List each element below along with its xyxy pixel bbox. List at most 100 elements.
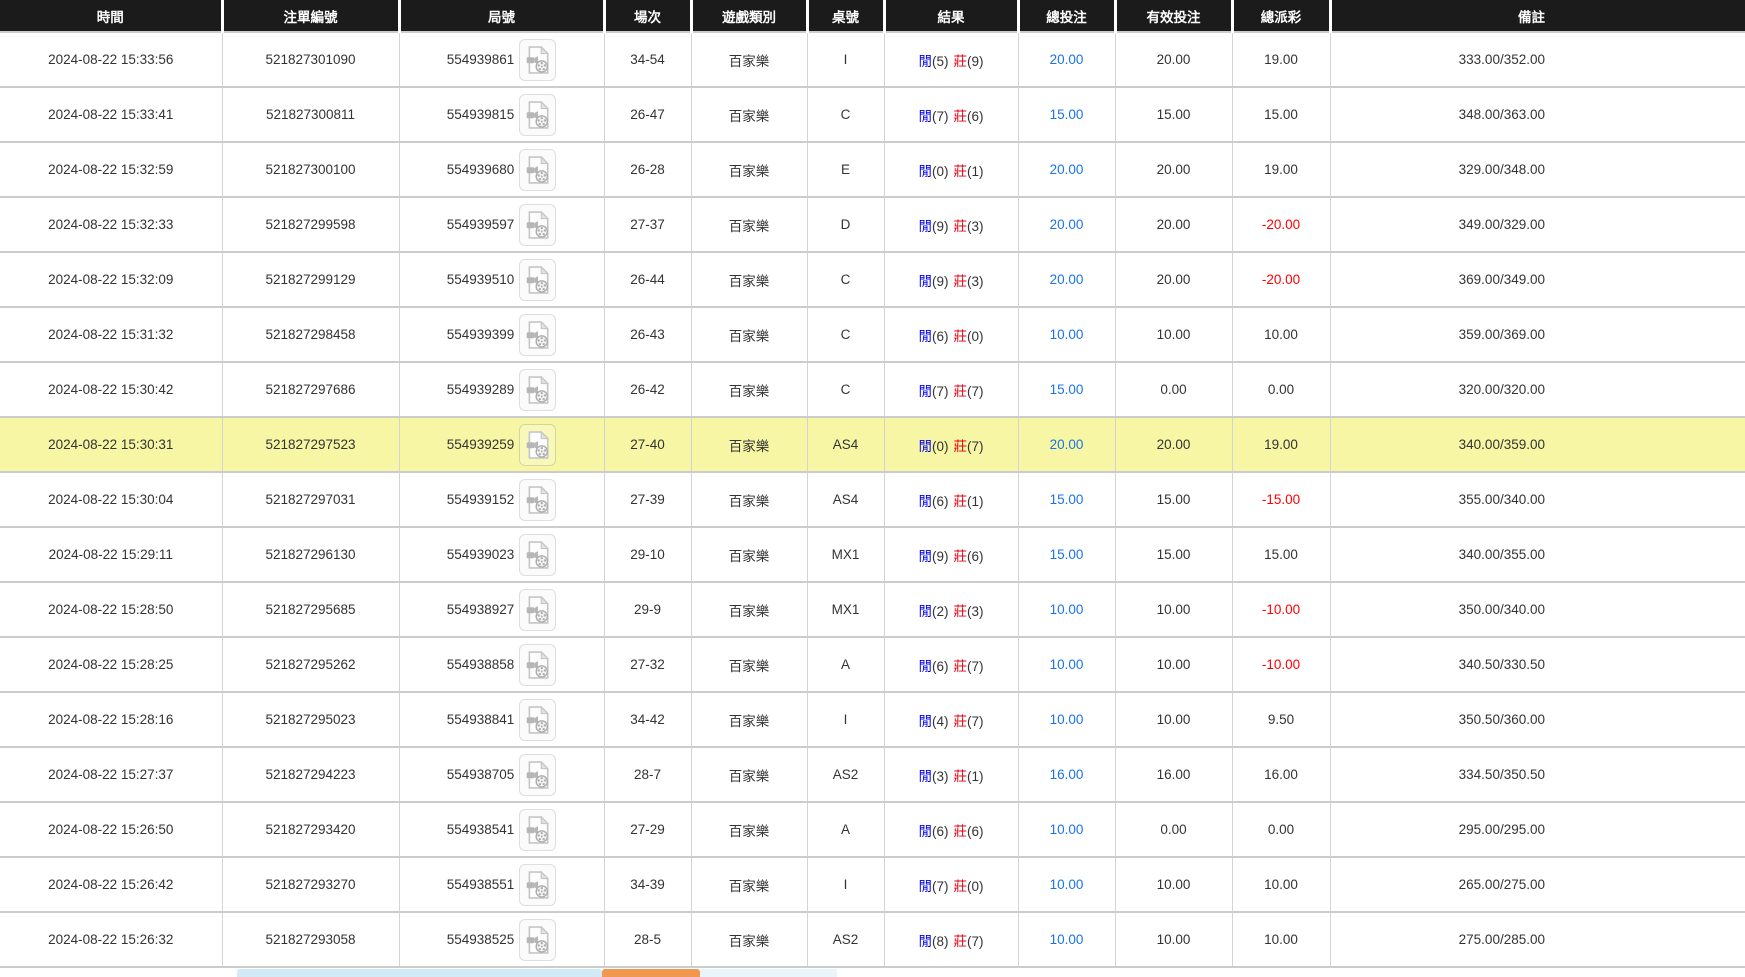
- cell-result: 閒(7)莊(0): [884, 857, 1018, 912]
- round-number: 554939597: [447, 217, 515, 232]
- cell-table-no: C: [807, 362, 884, 417]
- player-result-label: 閒: [919, 164, 933, 179]
- video-replay-button[interactable]: [519, 314, 556, 356]
- cell-time: 2024-08-22 15:29:11: [0, 527, 222, 582]
- cell-result: 閒(8)莊(7): [884, 912, 1018, 967]
- cell-bet-id: 521827300811: [222, 87, 399, 142]
- table-row[interactable]: 2024-08-22 15:33:41 521827300811 5549398…: [0, 87, 1745, 142]
- table-row[interactable]: 2024-08-22 15:32:59 521827300100 5549396…: [0, 142, 1745, 197]
- player-result-label: 閒: [919, 384, 933, 399]
- cell-valid-bet: 20.00: [1115, 417, 1232, 472]
- cell-bet-id: 521827296130: [222, 527, 399, 582]
- cell-table-no: AS4: [807, 472, 884, 527]
- table-row[interactable]: 2024-08-22 15:31:32 521827298458 5549393…: [0, 307, 1745, 362]
- cell-result: 閒(9)莊(3): [884, 197, 1018, 252]
- table-row[interactable]: 2024-08-22 15:32:09 521827299129 5549395…: [0, 252, 1745, 307]
- player-result-label: 閒: [919, 714, 933, 729]
- table-row[interactable]: 2024-08-22 15:28:16 521827295023 5549388…: [0, 692, 1745, 747]
- table-row[interactable]: 2024-08-22 15:26:50 521827293420 5549385…: [0, 802, 1745, 857]
- player-result-label: 閒: [919, 879, 933, 894]
- cell-game-type: 百家樂: [691, 307, 807, 362]
- cell-total-payout: 15.00: [1232, 87, 1330, 142]
- video-file-icon: [526, 101, 550, 129]
- video-replay-button[interactable]: [519, 149, 556, 191]
- banker-result-label: 莊: [954, 934, 968, 949]
- round-number: 554939399: [447, 327, 515, 342]
- video-replay-button[interactable]: [519, 534, 556, 576]
- cell-round-no: 554938841: [399, 692, 604, 747]
- cell-valid-bet: 20.00: [1115, 142, 1232, 197]
- cell-table-no: I: [807, 857, 884, 912]
- video-replay-button[interactable]: [519, 39, 556, 81]
- cell-valid-bet: 10.00: [1115, 692, 1232, 747]
- cell-remark: 355.00/340.00: [1330, 472, 1745, 527]
- video-replay-button[interactable]: [519, 809, 556, 851]
- pagination-segment-orange[interactable]: [602, 969, 700, 977]
- cell-bet-id: 521827297031: [222, 472, 399, 527]
- video-replay-button[interactable]: [519, 644, 556, 686]
- cell-table-no: D: [807, 197, 884, 252]
- cell-round-no: 554939680: [399, 142, 604, 197]
- table-row[interactable]: 2024-08-22 15:26:32 521827293058 5549385…: [0, 912, 1745, 967]
- cell-session: 29-10: [604, 527, 691, 582]
- cell-game-type: 百家樂: [691, 747, 807, 802]
- video-replay-button[interactable]: [519, 204, 556, 246]
- table-row[interactable]: 2024-08-22 15:30:31 521827297523 5549392…: [0, 417, 1745, 472]
- pagination-segment-blue[interactable]: [237, 969, 602, 977]
- banker-result-label: 莊: [954, 879, 968, 894]
- table-row[interactable]: 2024-08-22 15:28:50 521827295685 5549389…: [0, 582, 1745, 637]
- table-row[interactable]: 2024-08-22 15:33:56 521827301090 5549398…: [0, 32, 1745, 87]
- video-replay-button[interactable]: [519, 864, 556, 906]
- cell-round-no: 554938525: [399, 912, 604, 967]
- cell-round-no: 554939399: [399, 307, 604, 362]
- video-replay-button[interactable]: [519, 259, 556, 301]
- cell-result: 閒(6)莊(0): [884, 307, 1018, 362]
- cell-round-no: 554939815: [399, 87, 604, 142]
- table-row[interactable]: 2024-08-22 15:30:42 521827297686 5549392…: [0, 362, 1745, 417]
- table-row[interactable]: 2024-08-22 15:29:11 521827296130 5549390…: [0, 527, 1745, 582]
- cell-total-bet: 10.00: [1018, 692, 1115, 747]
- table-row[interactable]: 2024-08-22 15:32:33 521827299598 5549395…: [0, 197, 1745, 252]
- cell-table-no: A: [807, 637, 884, 692]
- cell-time: 2024-08-22 15:32:33: [0, 197, 222, 252]
- video-replay-button[interactable]: [519, 369, 556, 411]
- cell-result: 閒(9)莊(6): [884, 527, 1018, 582]
- cell-remark: 350.50/360.00: [1330, 692, 1745, 747]
- cell-table-no: I: [807, 692, 884, 747]
- video-replay-button[interactable]: [519, 919, 556, 961]
- cell-total-payout: 9.50: [1232, 692, 1330, 747]
- video-replay-button[interactable]: [519, 479, 556, 521]
- cell-valid-bet: 15.00: [1115, 87, 1232, 142]
- table-row[interactable]: 2024-08-22 15:30:04 521827297031 5549391…: [0, 472, 1745, 527]
- cell-game-type: 百家樂: [691, 87, 807, 142]
- cell-game-type: 百家樂: [691, 637, 807, 692]
- video-file-icon: [526, 651, 550, 679]
- table-row[interactable]: 2024-08-22 15:26:42 521827293270 5549385…: [0, 857, 1745, 912]
- cell-game-type: 百家樂: [691, 417, 807, 472]
- player-result-label: 閒: [919, 54, 933, 69]
- video-replay-button[interactable]: [519, 699, 556, 741]
- player-result-label: 閒: [919, 494, 933, 509]
- table-row[interactable]: 2024-08-22 15:27:37 521827294223 5549387…: [0, 747, 1745, 802]
- cell-valid-bet: 10.00: [1115, 912, 1232, 967]
- video-replay-button[interactable]: [519, 424, 556, 466]
- cell-result: 閒(7)莊(6): [884, 87, 1018, 142]
- banker-result-label: 莊: [954, 659, 968, 674]
- cell-game-type: 百家樂: [691, 912, 807, 967]
- round-number: 554939861: [447, 52, 515, 67]
- video-replay-button[interactable]: [519, 754, 556, 796]
- cell-valid-bet: 15.00: [1115, 472, 1232, 527]
- cell-round-no: 554939259: [399, 417, 604, 472]
- table-row[interactable]: 2024-08-22 15:28:25 521827295262 5549388…: [0, 637, 1745, 692]
- video-replay-button[interactable]: [519, 94, 556, 136]
- cell-session: 34-39: [604, 857, 691, 912]
- video-replay-button[interactable]: [519, 589, 556, 631]
- cell-total-payout: -10.00: [1232, 637, 1330, 692]
- cell-table-no: C: [807, 252, 884, 307]
- cell-session: 26-28: [604, 142, 691, 197]
- cell-round-no: 554939861: [399, 32, 604, 87]
- cell-bet-id: 521827295023: [222, 692, 399, 747]
- cell-time: 2024-08-22 15:30:42: [0, 362, 222, 417]
- cell-bet-id: 521827293270: [222, 857, 399, 912]
- col-header-session: 場次: [604, 0, 691, 32]
